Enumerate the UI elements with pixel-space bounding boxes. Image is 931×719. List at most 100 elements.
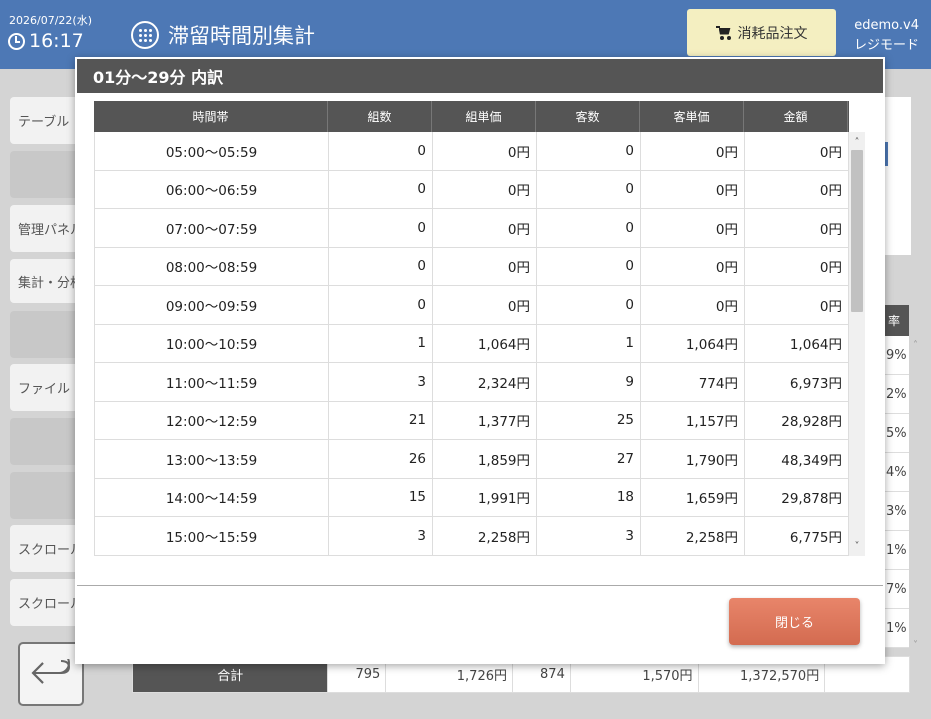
header-clock: 16:17 xyxy=(8,30,84,52)
table-cell: 26 xyxy=(329,440,433,478)
table-cell: 14:00～14:59 xyxy=(95,478,329,516)
scroll-down-icon[interactable]: ˅ xyxy=(849,538,865,554)
table-cell: 2,258円 xyxy=(641,517,745,555)
table-cell: 11:00～11:59 xyxy=(95,363,329,401)
table-cell: 29,878円 xyxy=(745,478,849,516)
menu-grid-icon[interactable] xyxy=(131,21,159,49)
table-cell: 774円 xyxy=(641,363,745,401)
table-cell: 0円 xyxy=(641,170,745,208)
table-cell: 28,928円 xyxy=(745,401,849,439)
table-row[interactable]: 05:00～05:59 0 0円 0 0円 0円 xyxy=(95,132,849,171)
table-cell: 13:00～13:59 xyxy=(95,440,329,478)
table-cell: 9 xyxy=(537,363,641,401)
column-header: 組数 xyxy=(328,101,432,132)
table-cell: 1 xyxy=(537,324,641,362)
table-cell: 0円 xyxy=(745,247,849,285)
table-row[interactable]: 08:00～08:59 0 0円 0 0円 0円 xyxy=(95,247,849,286)
background-rate-header: 率 xyxy=(885,305,909,336)
background-rate-cell: 3% xyxy=(885,492,909,531)
table-cell: 0円 xyxy=(641,286,745,324)
table-cell: 3 xyxy=(329,363,433,401)
table-cell: 1,064円 xyxy=(641,324,745,362)
table-cell: 1,064円 xyxy=(745,324,849,362)
table-cell: 0円 xyxy=(745,286,849,324)
table-cell: 0 xyxy=(329,286,433,324)
modal-divider xyxy=(77,585,883,586)
table-cell: 27 xyxy=(537,440,641,478)
background-rate-cell: 9% xyxy=(885,336,909,375)
table-cell: 1,790円 xyxy=(641,440,745,478)
table-cell: 07:00～07:59 xyxy=(95,209,329,247)
table-cell: 48,349円 xyxy=(745,440,849,478)
background-rate-cell: 1% xyxy=(885,531,909,570)
table-row[interactable]: 13:00～13:59 26 1,859円 27 1,790円 48,349円 xyxy=(95,440,849,479)
breakdown-modal: 01分～29分 内訳 時間帯 組数 組単価 客数 客単価 金額 05:00～05… xyxy=(75,57,885,664)
table-cell: 0円 xyxy=(745,209,849,247)
breakdown-table: 時間帯 組数 組単価 客数 客単価 金額 05:00～05:59 0 0円 0 0円 0円… xyxy=(94,101,865,556)
background-rate-cell: 4% xyxy=(885,453,909,492)
table-cell: 0 xyxy=(537,132,641,170)
table-cell: 2,324円 xyxy=(433,363,537,401)
table-cell: 15:00～15:59 xyxy=(95,517,329,555)
table-body[interactable]: 05:00～05:59 0 0円 0 0円 0円 06:00～06:59 0 0円 0 0円 0円 07… xyxy=(94,132,849,556)
table-cell: 18 xyxy=(537,478,641,516)
close-button[interactable]: 閉じる xyxy=(729,598,860,645)
table-cell: 0円 xyxy=(745,132,849,170)
table-row[interactable]: 11:00～11:59 3 2,324円 9 774円 6,973円 xyxy=(95,363,849,402)
order-supplies-button[interactable]: 消耗品注文 xyxy=(687,9,836,56)
table-cell: 06:00～06:59 xyxy=(95,170,329,208)
header-time: 16:17 xyxy=(29,30,84,52)
table-cell: 0円 xyxy=(433,247,537,285)
table-cell: 0 xyxy=(537,286,641,324)
table-cell: 1,157円 xyxy=(641,401,745,439)
column-header: 客単価 xyxy=(640,101,744,132)
background-scroll-up-icon[interactable]: ˄ xyxy=(913,340,918,351)
order-supplies-label: 消耗品注文 xyxy=(737,25,808,42)
table-cell: 21 xyxy=(329,401,433,439)
table-cell: 2,258円 xyxy=(433,517,537,555)
table-cell: 0円 xyxy=(641,132,745,170)
table-cell: 0円 xyxy=(745,170,849,208)
table-cell: 09:00～09:59 xyxy=(95,286,329,324)
background-scroll-down-icon[interactable]: ˅ xyxy=(913,640,918,651)
table-cell: 0 xyxy=(537,247,641,285)
table-scrollbar[interactable]: ˄ ˅ xyxy=(849,132,865,556)
table-cell: 0円 xyxy=(433,286,537,324)
page-title: 滞留時間別集計 xyxy=(131,20,315,50)
column-header: 時間帯 xyxy=(94,101,328,132)
header-date: 2026/07/22(水) xyxy=(9,14,92,27)
table-cell: 08:00～08:59 xyxy=(95,247,329,285)
table-cell: 0 xyxy=(537,170,641,208)
table-cell: 3 xyxy=(537,517,641,555)
cart-icon xyxy=(715,25,732,40)
background-rate-cell: 1% xyxy=(885,609,909,648)
table-row[interactable]: 15:00～15:59 3 2,258円 3 2,258円 6,775円 xyxy=(95,517,849,556)
table-cell: 05:00～05:59 xyxy=(95,132,329,170)
back-arrow-icon xyxy=(31,659,71,684)
table-row[interactable]: 12:00～12:59 21 1,377円 25 1,157円 28,928円 xyxy=(95,401,849,440)
table-cell: 0 xyxy=(329,209,433,247)
table-row[interactable]: 14:00～14:59 15 1,991円 18 1,659円 29,878円 xyxy=(95,478,849,517)
table-cell: 6,973円 xyxy=(745,363,849,401)
table-cell: 0円 xyxy=(433,170,537,208)
table-cell: 15 xyxy=(329,478,433,516)
table-cell: 6,775円 xyxy=(745,517,849,555)
scroll-up-icon[interactable]: ˄ xyxy=(849,134,865,150)
page-title-text: 滞留時間別集計 xyxy=(168,24,315,48)
table-row[interactable]: 10:00～10:59 1 1,064円 1 1,064円 1,064円 xyxy=(95,324,849,363)
scroll-thumb[interactable] xyxy=(851,150,863,312)
table-cell: 0 xyxy=(537,209,641,247)
table-cell: 1,991円 xyxy=(433,478,537,516)
modal-title: 01分～29分 内訳 xyxy=(77,59,883,93)
table-cell: 0円 xyxy=(641,247,745,285)
table-row[interactable]: 09:00～09:59 0 0円 0 0円 0円 xyxy=(95,286,849,325)
table-header: 時間帯 組数 組単価 客数 客単価 金額 xyxy=(94,101,849,132)
user-info: edemo.v4 レジモード xyxy=(854,16,919,56)
table-cell: 25 xyxy=(537,401,641,439)
table-row[interactable]: 07:00～07:59 0 0円 0 0円 0円 xyxy=(95,209,849,248)
table-cell: 0 xyxy=(329,170,433,208)
table-cell: 0 xyxy=(329,247,433,285)
column-header: 組単価 xyxy=(432,101,536,132)
background-rate-cell: 7% xyxy=(885,570,909,609)
table-row[interactable]: 06:00～06:59 0 0円 0 0円 0円 xyxy=(95,170,849,209)
